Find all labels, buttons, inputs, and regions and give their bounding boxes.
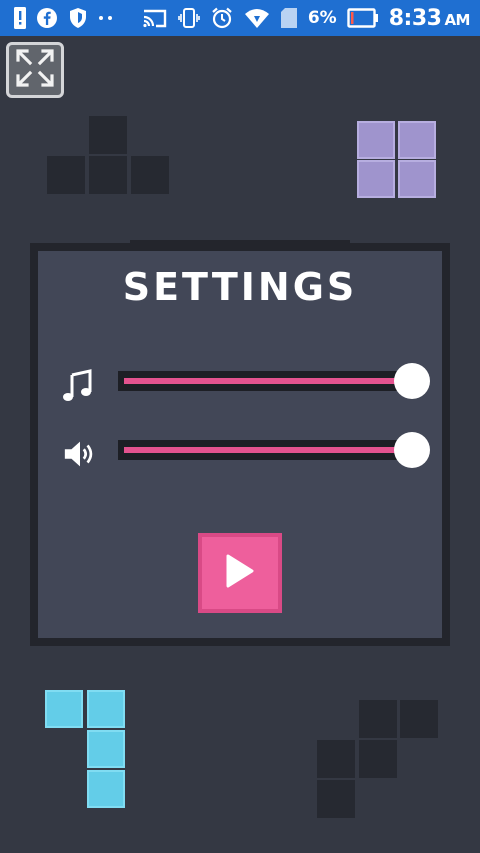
play-icon (225, 554, 255, 592)
music-slider-thumb[interactable] (394, 363, 430, 399)
sound-slider-fill (124, 447, 400, 453)
battery-percent: 6% (307, 8, 337, 28)
vibrate-icon (178, 7, 200, 29)
music-note-icon (60, 368, 96, 404)
status-bar: 6% 8:33 AM (0, 0, 480, 36)
sim-icon (280, 7, 298, 29)
facebook-icon (36, 7, 58, 29)
fullscreen-button[interactable] (6, 42, 64, 98)
cast-icon (142, 7, 168, 29)
clock: 8:33 AM (388, 5, 471, 31)
battery-icon (347, 8, 379, 28)
fullscreen-icon (14, 47, 56, 93)
music-volume-slider[interactable] (118, 371, 414, 391)
music-slider-fill (124, 378, 400, 384)
alarm-icon (210, 7, 234, 29)
settings-title: SETTINGS (122, 265, 358, 309)
speaker-icon (62, 436, 98, 472)
shield-icon (68, 7, 88, 29)
wifi-icon (244, 7, 270, 29)
alert-icon (14, 7, 26, 29)
play-button[interactable] (198, 533, 282, 613)
more-dots-icon (98, 15, 114, 21)
sound-slider-thumb[interactable] (394, 432, 430, 468)
sound-volume-slider[interactable] (118, 440, 414, 460)
